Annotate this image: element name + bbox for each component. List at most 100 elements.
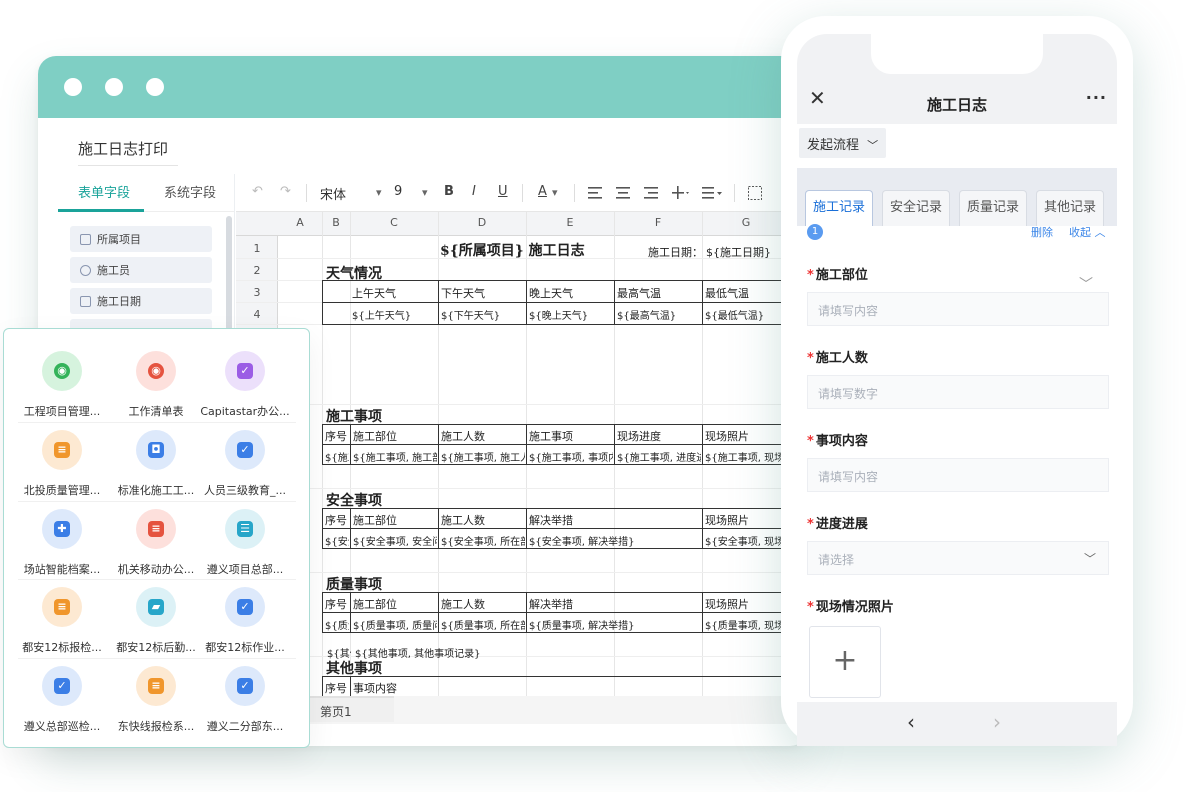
window-dot-close[interactable] [64, 78, 82, 96]
more-icon[interactable]: ··· [1086, 88, 1107, 107]
border-icon[interactable] [748, 186, 762, 200]
column-f[interactable]: F [614, 216, 702, 229]
document-title[interactable]: 施工日志打印 [78, 138, 178, 166]
row-1[interactable]: 1 [236, 242, 278, 255]
construction-header[interactable]: 施工事项 [529, 428, 573, 444]
quality-heading[interactable]: 质量事项 [326, 574, 382, 594]
construction-header[interactable]: 现场照片 [705, 428, 749, 444]
safety-header[interactable]: 现场照片 [705, 512, 749, 528]
other-header[interactable]: 序号 [325, 680, 347, 696]
app-tile[interactable]: ≡ 北投质量管理... [14, 430, 110, 498]
tab-other-record[interactable]: 其他记录 [1036, 190, 1104, 226]
safety-header[interactable]: 解决举措 [529, 512, 573, 528]
quality-header[interactable]: 施工人数 [441, 596, 485, 612]
other-value[interactable]: ${其他事项, 其他事项记录} [355, 645, 555, 660]
construction-value[interactable]: ${施工事项, 施工人数} [441, 449, 525, 464]
tab-quality-record[interactable]: 质量记录 [959, 190, 1027, 226]
quality-header[interactable]: 施工部位 [353, 596, 397, 612]
app-tile[interactable]: ≡ 东快线报检系... [108, 666, 204, 734]
tab-safety-record[interactable]: 安全记录 [882, 190, 950, 226]
construction-value[interactable]: ${施工事项, 施工部位} [353, 449, 437, 464]
app-tile[interactable]: ✚ 场站智能档案... [14, 509, 110, 577]
line-spacing-icon[interactable] [702, 186, 724, 200]
app-tile[interactable]: ✓ 人员三级教育_... [197, 430, 293, 498]
photo-upload-button[interactable]: + [809, 626, 881, 698]
app-tile[interactable]: ✓ 遵义总部巡检... [14, 666, 110, 734]
font-size-select[interactable]: 9 [394, 184, 402, 199]
window-dot-maximize[interactable] [146, 78, 164, 96]
row-2[interactable]: 2 [236, 264, 278, 277]
safety-value[interactable]: ${安全 [325, 533, 349, 548]
app-tile[interactable]: ◘ 标准化施工工... [108, 430, 204, 498]
construction-value[interactable]: ${施工事项, 进度进展} [617, 449, 701, 464]
tab-form-fields[interactable]: 表单字段 [78, 182, 130, 201]
weather-header[interactable]: 最高气温 [617, 285, 661, 301]
progress-select[interactable]: 请选择 ﹀ [807, 541, 1109, 575]
sidebar-scrollbar[interactable] [226, 216, 232, 336]
undo-icon[interactable]: ↶ [252, 184, 263, 199]
font-color-icon[interactable]: A [538, 184, 547, 199]
column-d[interactable]: D [438, 216, 526, 229]
column-b[interactable]: B [322, 216, 350, 229]
safety-header[interactable]: 施工人数 [441, 512, 485, 528]
vertical-align-icon[interactable] [672, 185, 690, 201]
tab-construction-record[interactable]: 施工记录 [805, 190, 873, 226]
collapse-link[interactable]: 收起 ︿ [1069, 224, 1106, 240]
app-tile[interactable]: ◉ 工作清单表 [108, 351, 204, 419]
delete-link[interactable]: 删除 [1031, 224, 1053, 240]
quality-header[interactable]: 现场照片 [705, 596, 749, 612]
date-label[interactable]: 施工日期： [648, 244, 703, 260]
weather-header[interactable]: 上午天气 [352, 285, 396, 301]
weather-value[interactable]: ${上午天气} [352, 307, 411, 322]
app-tile[interactable]: ≡ 机关移动办公... [108, 509, 204, 577]
construction-header[interactable]: 序号 [325, 428, 347, 444]
safety-heading[interactable]: 安全事项 [326, 490, 382, 510]
construction-value[interactable]: ${施工事项, 事项内容} [529, 449, 613, 464]
weather-value[interactable]: ${最低气温} [705, 307, 764, 322]
quality-header[interactable]: 解决举措 [529, 596, 573, 612]
app-tile[interactable]: ≡ 都安12标报检... [14, 587, 110, 655]
quality-value[interactable]: ${质量事项, 所在部位} [441, 617, 525, 632]
safety-value[interactable]: ${安全事项, 解决举措} [529, 533, 699, 548]
spreadsheet[interactable]: A B C D E F G 1 2 3 4 ${所属项目} 施工日志 施工日期：… [236, 212, 808, 702]
construction-header[interactable]: 现场进度 [617, 428, 661, 444]
sheet-title[interactable]: ${所属项目} 施工日志 [440, 240, 585, 260]
weather-header[interactable]: 晚上天气 [529, 285, 573, 301]
align-right-icon[interactable] [644, 187, 658, 199]
construction-header[interactable]: 施工部位 [353, 428, 397, 444]
quality-value[interactable]: ${质量事项, 解决举措} [529, 617, 699, 632]
weather-header[interactable]: 最低气温 [705, 285, 749, 301]
column-e[interactable]: E [526, 216, 614, 229]
safety-header[interactable]: 施工部位 [353, 512, 397, 528]
app-tile[interactable]: ✓ 遵义二分部东... [197, 666, 293, 734]
column-c[interactable]: C [350, 216, 438, 229]
quality-value[interactable]: ${质量 [325, 617, 349, 632]
align-left-icon[interactable] [588, 187, 602, 199]
construction-value[interactable]: ${施工事项, 现场情况照片} [705, 449, 789, 464]
other-heading[interactable]: 其他事项 [326, 658, 382, 678]
construction-heading[interactable]: 施工事项 [326, 406, 382, 426]
chevron-left-icon[interactable]: ‹ [907, 710, 915, 734]
start-flow-button[interactable]: 发起流程 ﹀ [799, 128, 887, 158]
construction-value[interactable]: ${施工事项 [325, 449, 349, 464]
quality-value[interactable]: ${质量事项, 质量问题点} [353, 617, 437, 632]
weather-value[interactable]: ${最高气温} [617, 307, 676, 322]
redo-icon[interactable]: ↷ [280, 184, 291, 199]
quality-value[interactable]: ${质量事项, 现场照片} [705, 617, 789, 632]
chevron-right-icon[interactable]: › [993, 710, 1001, 734]
font-caret-icon[interactable]: ▾ [376, 186, 382, 199]
underline-icon[interactable]: U [498, 184, 508, 199]
construction-header[interactable]: 施工人数 [441, 428, 485, 444]
weather-value[interactable]: ${晚上天气} [529, 307, 588, 322]
field-item-builder[interactable]: 施工员 [70, 257, 212, 283]
app-tile[interactable]: ▰ 都安12标后勤... [108, 587, 204, 655]
safety-header[interactable]: 序号 [325, 512, 347, 528]
other-header[interactable]: 事项内容 [353, 680, 397, 696]
safety-value[interactable]: ${安全事项, 现场照片} [705, 533, 789, 548]
quality-header[interactable]: 序号 [325, 596, 347, 612]
safety-value[interactable]: ${安全事项, 所在部位} [441, 533, 525, 548]
sheet-tab[interactable]: 第页1 [308, 696, 394, 722]
app-tile[interactable]: ◉ 工程项目管理... [14, 351, 110, 419]
app-tile[interactable]: ☰ 遵义项目总部... [197, 509, 293, 577]
align-center-icon[interactable] [616, 187, 630, 199]
